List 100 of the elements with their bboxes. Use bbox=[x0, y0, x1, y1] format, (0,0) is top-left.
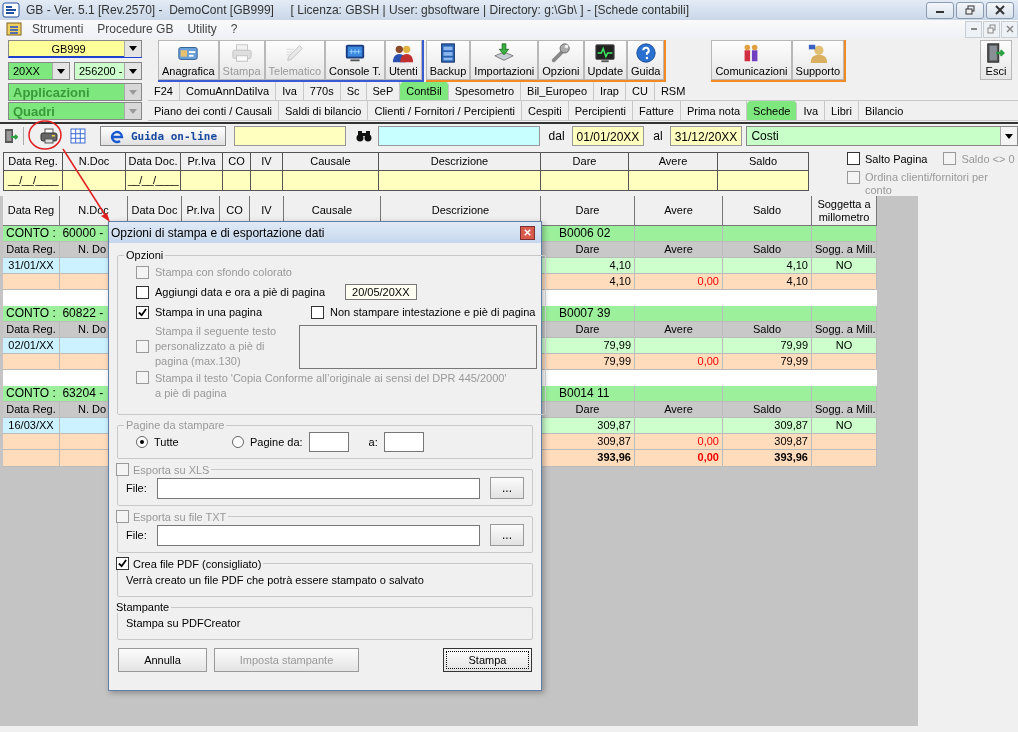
grid-icon[interactable] bbox=[69, 128, 86, 144]
close-icon bbox=[994, 5, 1006, 15]
table-cell bbox=[812, 450, 877, 467]
filter-field[interactable] bbox=[541, 171, 629, 191]
toolbar-button[interactable]: Supporto bbox=[791, 40, 845, 80]
dialog-button[interactable]: Stampa bbox=[443, 648, 532, 672]
footer-text-field[interactable] bbox=[299, 324, 537, 369]
tab[interactable]: Iva bbox=[276, 82, 304, 100]
menu-item[interactable]: Strumenti bbox=[32, 22, 84, 36]
toolbar-button[interactable]: Backup bbox=[425, 40, 471, 80]
date-to-label: al bbox=[653, 129, 663, 143]
tab[interactable]: CU bbox=[626, 82, 655, 100]
dropdown-arrow-icon bbox=[57, 68, 65, 74]
online-help-button[interactable]: Guida on-line bbox=[99, 126, 226, 146]
minimize-button[interactable] bbox=[926, 1, 954, 19]
tab[interactable]: Sc bbox=[340, 82, 367, 100]
monitor-icon bbox=[343, 42, 367, 64]
table-cell: 31/01/XX bbox=[3, 258, 60, 274]
table-cell: 0,00 bbox=[635, 450, 723, 467]
toolbar-button[interactable]: Comunicazioni bbox=[711, 40, 792, 80]
dropdown-arrow-icon bbox=[129, 108, 137, 114]
search-icon[interactable] bbox=[355, 129, 372, 143]
filter-field[interactable] bbox=[251, 171, 283, 191]
tab[interactable]: Bilancio bbox=[858, 101, 910, 120]
table-cell: 02/01/XX bbox=[3, 338, 60, 354]
tab[interactable]: Cespiti bbox=[522, 101, 569, 120]
tab[interactable]: F24 bbox=[148, 82, 180, 100]
checkbox[interactable] bbox=[136, 285, 149, 299]
pdf-note: Verrà creato un file PDF che potrà essere stampato o salvato bbox=[126, 573, 425, 586]
toolbar-button[interactable]: Anagrafica bbox=[158, 40, 219, 80]
filter-field[interactable] bbox=[181, 171, 223, 191]
filter-field[interactable] bbox=[283, 171, 379, 191]
tab[interactable]: Saldi di bilancio bbox=[279, 101, 369, 120]
company-dropdown[interactable]: GB999 bbox=[8, 40, 142, 58]
tab[interactable]: Libri bbox=[825, 101, 859, 120]
filter-field[interactable]: __/__/____ bbox=[126, 171, 181, 191]
checkbox-label: Esporta su XLS bbox=[133, 463, 210, 476]
page-from-field[interactable] bbox=[308, 432, 349, 452]
category-dropdown[interactable]: Costi bbox=[746, 126, 1018, 146]
radio-label: Tutte bbox=[154, 436, 180, 448]
toolbar-button[interactable]: Importazioni bbox=[470, 40, 539, 80]
toolbar-button[interactable]: Opzioni bbox=[538, 40, 584, 80]
dropdown-arrow-icon bbox=[129, 89, 137, 95]
dropdown-arrow-icon bbox=[129, 68, 137, 74]
filter-field[interactable] bbox=[718, 171, 809, 191]
tab[interactable]: Iva bbox=[797, 101, 826, 120]
checkbox[interactable] bbox=[847, 152, 860, 165]
tab[interactable]: 770s bbox=[303, 82, 341, 100]
year-dropdown[interactable]: 20XX bbox=[8, 62, 70, 80]
date-field[interactable]: 20/05/20XX bbox=[345, 284, 417, 300]
tab[interactable]: Fatture bbox=[633, 101, 681, 120]
menu-item[interactable]: ? bbox=[230, 22, 238, 36]
toolbar-button[interactable]: Guida bbox=[627, 40, 665, 80]
tab[interactable]: Irap bbox=[594, 82, 626, 100]
group-label: Pagine da stampare bbox=[125, 419, 226, 431]
restore-button[interactable] bbox=[956, 1, 984, 19]
menu-item[interactable]: Utility bbox=[187, 22, 217, 36]
menu-item[interactable]: Procedure GB bbox=[97, 22, 174, 36]
filter-field[interactable] bbox=[379, 171, 541, 191]
printer-icon[interactable] bbox=[39, 128, 58, 144]
date-to-field[interactable]: 31/12/20XX bbox=[669, 126, 743, 146]
download-icon bbox=[492, 42, 517, 64]
checkbox-label: Stampa con sfondo colorato bbox=[155, 266, 292, 278]
dropdown-arrow-icon bbox=[1005, 133, 1013, 139]
exit-door-icon[interactable] bbox=[3, 128, 19, 144]
tab[interactable]: Clienti / Fornitori / Percipienti bbox=[368, 101, 523, 120]
search-field[interactable] bbox=[377, 126, 540, 146]
input-field[interactable] bbox=[234, 126, 346, 146]
radio-label: Pagine da: bbox=[250, 436, 303, 448]
date-from-field[interactable]: 01/01/20XX bbox=[571, 126, 645, 146]
checkbox[interactable] bbox=[116, 557, 129, 570]
filter-field[interactable]: __/__/____ bbox=[4, 171, 63, 191]
tab[interactable]: Percipienti bbox=[568, 101, 634, 120]
close-button[interactable] bbox=[520, 225, 535, 240]
page-to-label: a: bbox=[368, 436, 378, 448]
dialog-button[interactable]: Annulla bbox=[118, 648, 207, 672]
filter-field[interactable] bbox=[629, 171, 718, 191]
close-button[interactable] bbox=[986, 1, 1014, 19]
toolbar-button[interactable]: Esci bbox=[980, 40, 1012, 80]
group-label: Stampante bbox=[115, 601, 171, 613]
tab[interactable]: Spesometro bbox=[448, 82, 522, 100]
file-path-field[interactable] bbox=[156, 524, 480, 546]
tab[interactable]: ComuAnnDatiIva bbox=[179, 82, 277, 100]
tab[interactable]: Bil_Europeo bbox=[521, 82, 595, 100]
page-to-field[interactable] bbox=[383, 432, 424, 452]
toolbar-button[interactable]: Console T. bbox=[325, 40, 385, 80]
file-path-field[interactable] bbox=[156, 477, 480, 499]
tab[interactable]: RSM bbox=[654, 82, 692, 100]
checkbox[interactable] bbox=[136, 305, 149, 319]
toolbar-button[interactable]: Update bbox=[583, 40, 628, 80]
file-label: File: bbox=[126, 529, 147, 541]
checkbox[interactable] bbox=[311, 305, 324, 319]
account-dropdown[interactable]: 256200 - bbox=[74, 62, 142, 80]
tab[interactable]: Schede bbox=[747, 101, 798, 120]
filter-field[interactable] bbox=[223, 171, 251, 191]
tab[interactable]: Piano dei conti / Causali bbox=[148, 101, 279, 120]
filter-field[interactable] bbox=[63, 171, 126, 191]
annotation-circle bbox=[28, 120, 62, 150]
tab[interactable]: ContBil bbox=[400, 82, 449, 100]
toolbar-button[interactable]: Utenti bbox=[384, 40, 422, 80]
